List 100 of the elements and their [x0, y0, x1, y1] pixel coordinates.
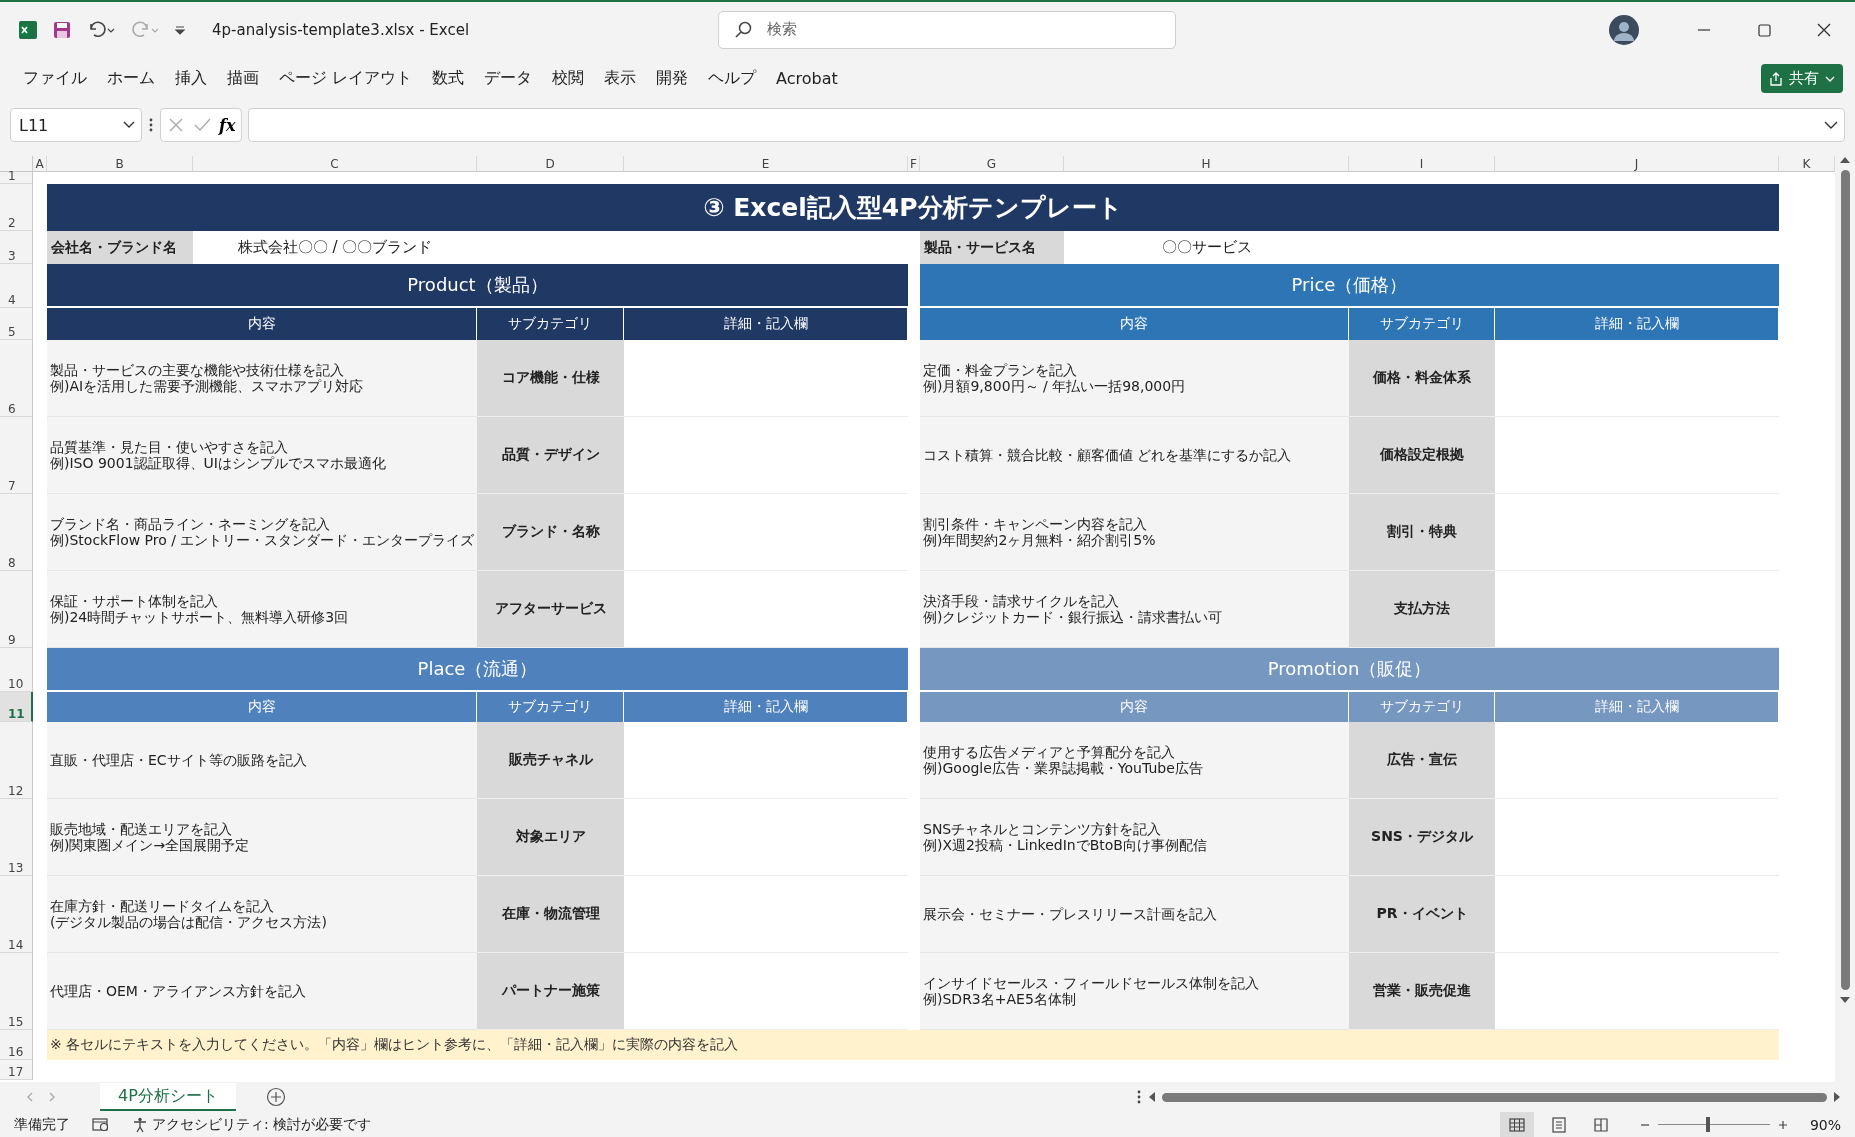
column-header[interactable]: D — [477, 156, 624, 172]
save-icon[interactable] — [52, 19, 72, 40]
hint-text: 在庫方針・配送リードタイムを記入 — [50, 897, 274, 914]
row-header[interactable]: 17 — [0, 1060, 33, 1080]
column-header[interactable]: F — [908, 156, 920, 172]
scrollbar-thumb[interactable] — [1840, 170, 1850, 990]
menu-tab[interactable]: 挿入 — [165, 68, 217, 89]
row-header[interactable]: 5 — [0, 308, 33, 340]
hint-text: 割引条件・キャンペーン内容を記入 — [923, 515, 1147, 532]
window-title: 4p-analysis-template3.xlsx - Excel — [212, 20, 470, 39]
subcategory-label: 販売チャネル — [477, 722, 624, 799]
menu-tab[interactable]: データ — [474, 68, 543, 89]
add-sheet-icon[interactable] — [265, 1087, 286, 1107]
hint-text: 展示会・セミナー・プレスリリース計画を記入 — [923, 905, 1217, 923]
hint-text: SNSチャネルとコンテンツ方針を記入 — [923, 820, 1162, 837]
field-value: 株式会社〇〇 / 〇〇ブランド — [236, 237, 434, 258]
hint-text: 例)月額9,800円～ / 年払い一括98,000円 — [923, 378, 1186, 395]
column-header[interactable]: K — [1779, 156, 1835, 172]
zoom-in-icon[interactable] — [1777, 1119, 1788, 1130]
menu-tab[interactable]: 開発 — [646, 68, 699, 89]
scroll-right-icon[interactable] — [1833, 1092, 1841, 1102]
hint-text: 定価・料金プランを記入 — [923, 361, 1077, 378]
menu-tab[interactable]: ヘルプ — [698, 68, 767, 89]
hint-text: ブランド名・商品ライン・ネーミングを記入 — [50, 515, 330, 532]
share-button[interactable]: 共有 — [1761, 64, 1843, 93]
menu-tab[interactable]: 校閲 — [542, 68, 595, 89]
hint-text: 例)クレジットカード・銀行振込・請求書払い可 — [923, 609, 1223, 626]
menu-tab[interactable]: 数式 — [422, 68, 475, 89]
subcategory-label: ブランド・名称 — [477, 494, 624, 571]
dropdown-caret-icon — [123, 121, 135, 129]
sheet-tab[interactable]: 4P分析シート — [100, 1083, 236, 1111]
accessibility-status[interactable]: アクセシビリティ: 検討が必要です — [152, 1115, 372, 1134]
column-header[interactable]: H — [1064, 156, 1349, 172]
hint-text: 代理店・OEM・アライアンス方針を記入 — [50, 982, 306, 1000]
field-label: 会社名・ブランド名 — [47, 231, 193, 264]
row-header[interactable]: 11 — [0, 692, 33, 722]
column-heading: サブカテゴリ — [1349, 692, 1495, 722]
insert-function-button[interactable]: fx — [219, 115, 236, 135]
name-box[interactable]: L11 — [10, 108, 142, 142]
column-header[interactable]: C — [193, 156, 477, 172]
avatar-icon[interactable] — [1609, 14, 1639, 45]
row-header[interactable]: 2 — [0, 184, 33, 231]
subcategory-label: 品質・デザイン — [477, 417, 624, 494]
scroll-up-icon[interactable] — [1840, 156, 1850, 164]
menu-tab[interactable]: Acrobat — [766, 69, 848, 88]
share-icon — [1769, 71, 1783, 86]
row-header[interactable]: 15 — [0, 953, 33, 1030]
row-header[interactable]: 14 — [0, 876, 33, 953]
column-header[interactable]: A — [33, 156, 47, 172]
more-icon[interactable] — [148, 117, 154, 133]
subcategory-label: パートナー施策 — [477, 953, 624, 1030]
row-header[interactable]: 7 — [0, 417, 33, 494]
expand-caret-icon[interactable] — [1824, 121, 1838, 129]
scroll-down-icon[interactable] — [1840, 996, 1850, 1004]
row-header[interactable]: 16 — [0, 1030, 33, 1060]
column-header[interactable]: E — [624, 156, 908, 172]
row-header[interactable]: 6 — [0, 340, 33, 417]
column-header[interactable]: B — [47, 156, 193, 172]
search-field[interactable]: 検索 — [718, 10, 1176, 49]
status-text: 準備完了 — [14, 1115, 70, 1134]
column-header[interactable]: G — [920, 156, 1064, 172]
customize-caret-icon[interactable] — [174, 23, 186, 36]
menu-tab[interactable]: ファイル — [13, 68, 97, 89]
scroll-left-icon[interactable] — [1148, 1092, 1156, 1102]
row-header[interactable]: 1 — [0, 172, 33, 184]
column-heading: サブカテゴリ — [1349, 308, 1495, 340]
subcategory-label: コア機能・仕様 — [477, 340, 624, 417]
menu-tab[interactable]: 表示 — [594, 68, 647, 89]
normal-view-icon[interactable] — [1499, 1112, 1534, 1137]
column-heading: 詳細・記入欄 — [624, 308, 908, 340]
hint-text: 例)年間契約2ヶ月無料・紹介割引5% — [923, 532, 1156, 549]
column-heading: サブカテゴリ — [477, 692, 624, 722]
row-header[interactable]: 10 — [0, 648, 33, 692]
row-header[interactable]: 8 — [0, 494, 33, 571]
row-header[interactable]: 4 — [0, 264, 33, 308]
menu-tab[interactable]: ホーム — [97, 68, 165, 89]
row-header[interactable]: 13 — [0, 799, 33, 876]
menu-tab[interactable]: ページ レイアウト — [269, 68, 423, 89]
column-header[interactable]: J — [1495, 156, 1779, 172]
row-header[interactable]: 9 — [0, 571, 33, 648]
menu-tab[interactable]: 描画 — [217, 68, 269, 89]
subcategory-label: 対象エリア — [477, 799, 624, 876]
slider-thumb[interactable] — [1706, 1117, 1711, 1132]
accessibility-icon — [132, 1116, 148, 1133]
column-header[interactable]: I — [1349, 156, 1495, 172]
subcategory-label: 在庫・物流管理 — [477, 876, 624, 953]
row-header[interactable]: 12 — [0, 722, 33, 799]
caret-icon — [1825, 74, 1835, 83]
column-heading: 内容 — [47, 692, 477, 722]
zoom-level[interactable]: 90% — [1809, 1116, 1841, 1133]
formula-field[interactable] — [248, 108, 1845, 142]
macro-icon[interactable] — [92, 1117, 110, 1132]
more-icon[interactable] — [1136, 1089, 1142, 1105]
scrollbar-thumb[interactable] — [1162, 1092, 1827, 1102]
row-header[interactable]: 3 — [0, 231, 33, 264]
subcategory-label: SNS・デジタル — [1349, 799, 1495, 876]
section-header: Price（価格） — [920, 264, 1779, 308]
note-text: ※ 各セルにテキストを入力してください。「内容」欄はヒント参考に、「詳細・記入欄」に実際の内容を記入 — [47, 1030, 1779, 1060]
hint-text: 例)X週2投稿・LinkedInでBtoB向け事例配信 — [923, 837, 1207, 854]
section-header: Product（製品） — [47, 264, 908, 308]
